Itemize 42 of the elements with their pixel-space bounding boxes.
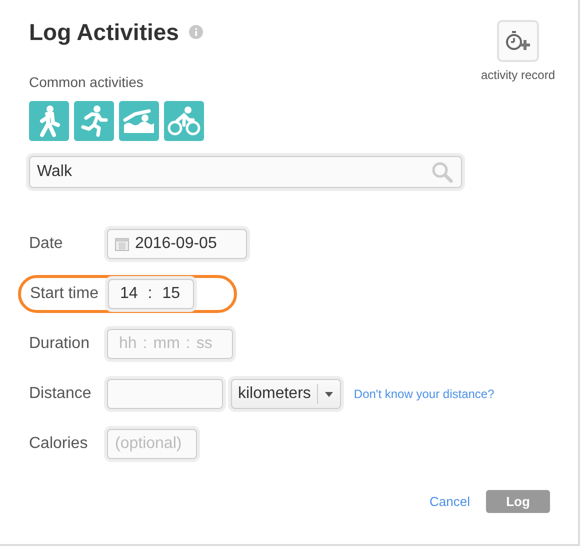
time-value: 14 [120,285,138,303]
swimmer-icon [123,108,155,134]
activity-button[interactable] [119,101,159,141]
activity-button[interactable] [29,101,69,141]
time-field[interactable]: 14 : 15 [108,279,194,309]
field-label: Start time [30,285,100,303]
section-label: Common activities [29,74,144,90]
unit-dropdown[interactable]: kilometers [231,379,341,409]
time-placeholder: mm [153,335,180,353]
separator: : [186,335,190,353]
distance-field[interactable] [107,379,223,409]
time-placeholder: hh [119,335,137,353]
date-value: 2016-09-05 [135,235,217,253]
caret-icon [324,392,333,396]
cyclist-icon [167,106,201,136]
field-label: Date [29,235,64,253]
search-field[interactable]: Walk [29,156,462,188]
log-button[interactable]: Log [486,490,550,513]
field-label: Calories [29,435,89,453]
separator: : [148,285,152,303]
dialog-title: Log Activities [29,18,179,46]
placeholder: (optional) [115,435,182,453]
activity-record-button[interactable] [496,20,539,62]
distance-help-link[interactable]: Don't know your distance? [354,387,494,401]
field-label: Distance [29,385,92,403]
search-icon [431,161,453,183]
time-placeholder: ss [196,335,212,353]
stopwatch-plus-icon [504,30,531,52]
activity-record-label: activity record [480,68,555,82]
running-person-icon [80,105,108,137]
calendar-icon [115,237,129,251]
duration-field[interactable]: hh : mm : ss [107,329,233,359]
info-icon [188,25,203,39]
field-label: Duration [29,335,90,353]
date-field[interactable]: 2016-09-05 [107,229,247,259]
activity-button[interactable] [74,101,114,141]
search-value: Walk [37,163,72,181]
calories-field[interactable]: (optional) [107,429,197,459]
separator: : [142,335,148,353]
activity-button[interactable] [164,101,204,141]
time-value: 15 [162,285,180,303]
cancel-link[interactable]: Cancel [430,494,470,509]
